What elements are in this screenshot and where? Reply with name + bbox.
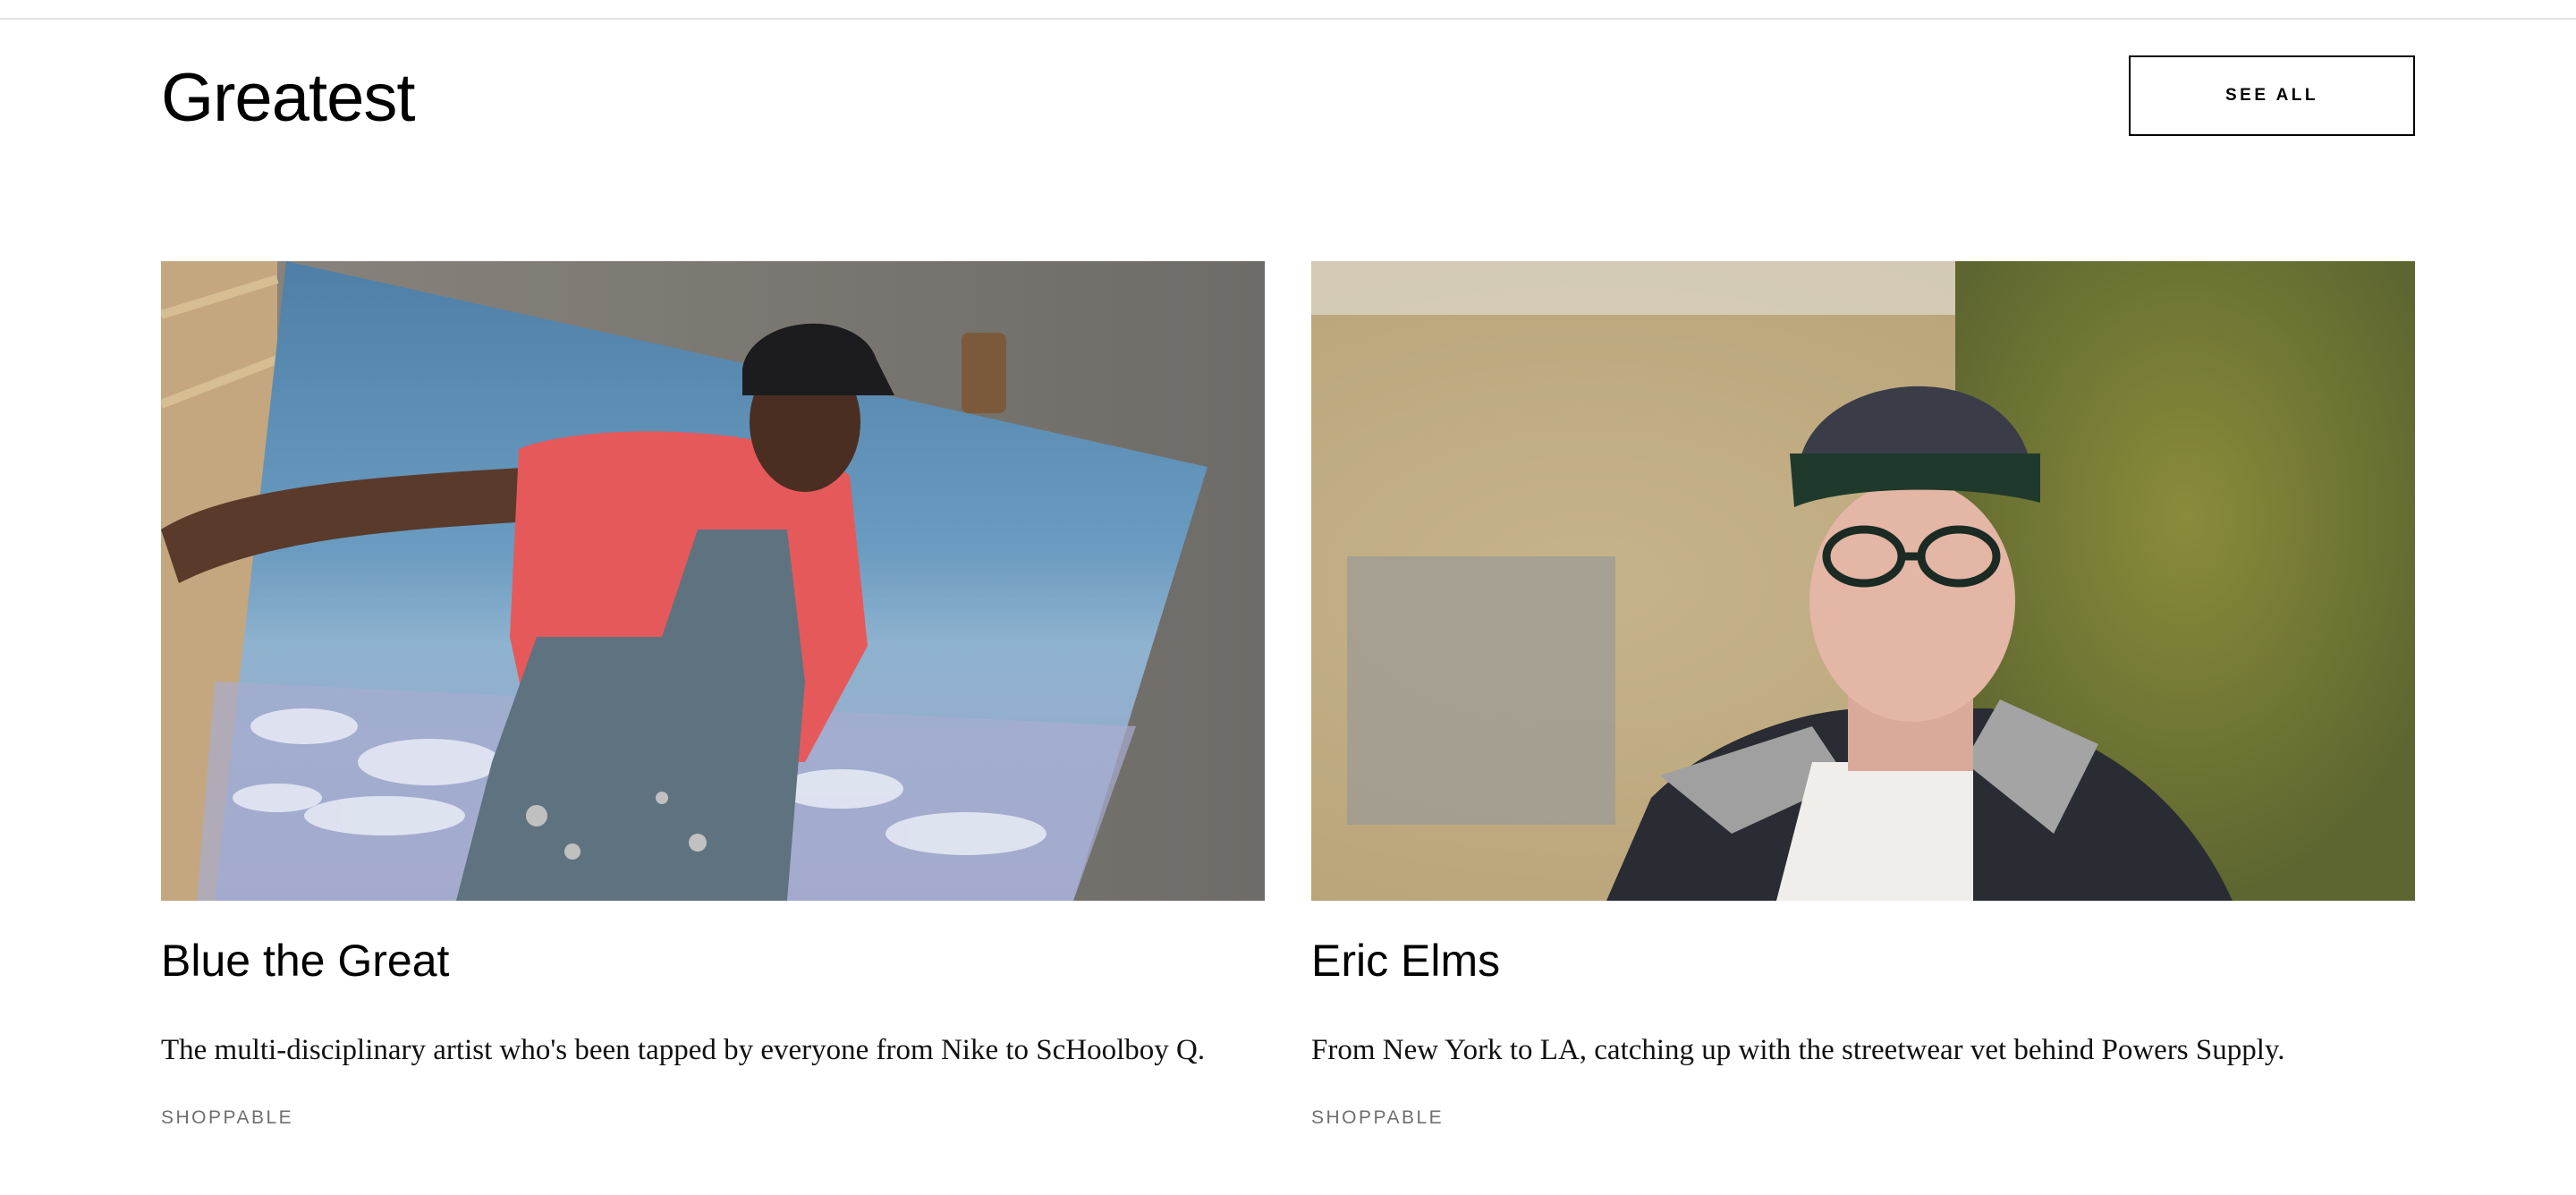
man-in-cap-portrait-photo (1311, 261, 2415, 901)
story-card-image[interactable] (1311, 261, 2415, 901)
story-card[interactable]: Eric Elms From New York to LA, catching … (1311, 261, 2415, 1128)
artist-portrait-photo (161, 261, 1265, 901)
story-card-image[interactable] (161, 261, 1265, 901)
story-card-title[interactable]: Eric Elms (1311, 934, 1500, 987)
top-divider (0, 18, 2576, 20)
story-card-tag: SHOPPABLE (1311, 1107, 1445, 1128)
story-card-title[interactable]: Blue the Great (161, 934, 449, 987)
story-card-description: The multi-disciplinary artist who's been… (161, 1034, 1206, 1066)
story-card-description: From New York to LA, catching up with th… (1311, 1034, 2285, 1066)
see-all-button[interactable]: SEE ALL (2129, 55, 2415, 136)
section-title: Greatest (161, 60, 415, 136)
story-card[interactable]: Blue the Great The multi-disciplinary ar… (161, 261, 1265, 1128)
story-card-tag: SHOPPABLE (161, 1107, 294, 1128)
